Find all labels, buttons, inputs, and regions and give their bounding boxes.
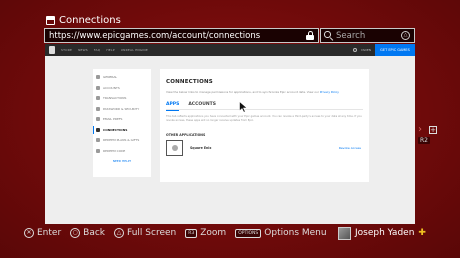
- revoke-access-link[interactable]: Revoke Access: [339, 146, 361, 150]
- site-nav-bar: STORE NEWS FAQ HELP UNREAL ENGINE YADEN …: [45, 44, 415, 56]
- nav-link-unreal[interactable]: UNREAL ENGINE: [121, 48, 148, 52]
- hint-enter: ✕ Enter: [24, 228, 61, 238]
- nav-link-news[interactable]: NEWS: [78, 48, 88, 52]
- code-icon: [96, 148, 100, 153]
- triangle-button-icon: △: [401, 31, 410, 40]
- r2-button-badge: R2: [418, 137, 430, 144]
- lock-icon: [306, 31, 314, 40]
- user-name: Joseph Yaden: [355, 228, 415, 238]
- search-box[interactable]: △: [320, 28, 415, 43]
- menu-label: EMAIL PREFS: [103, 117, 123, 122]
- globe-icon[interactable]: [352, 48, 357, 52]
- user-profile: Joseph Yaden ✚: [338, 225, 426, 241]
- hint-back: ○ Back: [70, 228, 105, 238]
- app-row: Square Enix Revoke Access: [166, 140, 363, 156]
- get-epic-button[interactable]: GET EPIC GAMES: [375, 44, 415, 56]
- chevron-right-icon[interactable]: ›: [418, 125, 422, 135]
- avatar: [338, 226, 351, 240]
- options-button-icon: OPTIONS: [235, 228, 262, 238]
- menu-label: REDEEM CODE: [103, 148, 126, 153]
- hint-label: Enter: [37, 228, 62, 238]
- menu-item-transactions[interactable]: TRANSACTIONS: [93, 93, 151, 104]
- web-page-viewport[interactable]: STORE NEWS FAQ HELP UNREAL ENGINE YADEN …: [45, 44, 415, 224]
- hint-fullscreen: △ Full Screen: [114, 228, 176, 238]
- menu-label: PASSWORD & SECURITY: [103, 106, 140, 111]
- gift-icon: [96, 138, 100, 143]
- nav-user[interactable]: YADEN: [361, 48, 371, 52]
- ps-plus-icon: ✚: [418, 227, 426, 238]
- tab-apps[interactable]: APPS: [166, 102, 180, 111]
- tab-overlay: › + R2: [418, 125, 438, 147]
- cross-button-icon: ✕: [24, 228, 34, 238]
- menu-item-general[interactable]: GENERAL: [93, 72, 151, 83]
- email-icon: [96, 117, 100, 122]
- mouse-cursor-icon: [239, 101, 248, 113]
- need-help-link[interactable]: NEED HELP?: [93, 159, 151, 163]
- apps-description: This tab reflects applications you have …: [166, 115, 362, 122]
- nav-link-store[interactable]: STORE: [61, 48, 72, 52]
- hint-label: Back: [83, 228, 106, 238]
- address-bar[interactable]: https://www.epicgames.com/account/connec…: [44, 28, 319, 43]
- window-title-bar: Connections: [46, 13, 121, 27]
- connections-card: CONNECTIONS View the below links to mana…: [160, 69, 369, 182]
- url-text[interactable]: https://www.epicgames.com/account/connec…: [49, 31, 304, 41]
- window-title: Connections: [59, 14, 121, 26]
- section-label: OTHER APPLICATIONS: [166, 133, 206, 137]
- epic-logo-icon[interactable]: [49, 46, 55, 54]
- page-title: CONNECTIONS: [166, 79, 213, 85]
- nav-link-faq[interactable]: FAQ: [94, 48, 100, 52]
- hint-zoom: R3 Zoom: [185, 228, 226, 238]
- menu-item-accounts[interactable]: ACCOUNTS: [93, 83, 151, 94]
- account-side-menu: GENERAL ACCOUNTS TRANSACTIONS PASSWORD &…: [93, 69, 151, 177]
- tab-bar: APPS ACCOUNTS: [166, 102, 363, 111]
- app-logo: [166, 140, 183, 156]
- controller-hint-bar: ✕ Enter ○ Back △ Full Screen R3 Zoom OPT…: [24, 226, 336, 240]
- card-description-text: View the below links to manage permissio…: [166, 90, 319, 94]
- menu-label: REDEEM PLANS & GIFTS: [103, 138, 140, 143]
- menu-label: GENERAL: [103, 75, 118, 80]
- browser-window-icon: [46, 15, 55, 25]
- menu-label: CONNECTIONS: [103, 127, 128, 132]
- hint-label: Options Menu: [264, 228, 327, 238]
- triangle-button-icon: △: [114, 228, 125, 238]
- menu-label: TRANSACTIONS: [103, 96, 127, 101]
- menu-item-redeem-plans[interactable]: REDEEM PLANS & GIFTS: [93, 135, 151, 146]
- search-icon: [324, 31, 333, 41]
- r3-button-icon: R3: [185, 228, 198, 238]
- app-icon: [171, 145, 178, 151]
- menu-item-connections[interactable]: CONNECTIONS: [93, 125, 151, 136]
- nav-link-help[interactable]: HELP: [106, 48, 114, 52]
- privacy-policy-link[interactable]: Privacy Policy: [320, 90, 339, 94]
- menu-label: ACCOUNTS: [103, 85, 120, 90]
- connections-icon: [96, 127, 100, 132]
- search-input[interactable]: [336, 30, 398, 41]
- hint-options: OPTIONS Options Menu: [235, 228, 327, 238]
- circle-button-icon: ○: [70, 228, 81, 238]
- hint-label: Full Screen: [127, 228, 177, 238]
- menu-item-password[interactable]: PASSWORD & SECURITY: [93, 104, 151, 115]
- menu-item-redeem-code[interactable]: REDEEM CODE: [93, 146, 151, 157]
- card-description: View the below links to manage permissio…: [166, 90, 363, 94]
- nav-right: YADEN GET EPIC GAMES: [352, 44, 415, 56]
- general-icon: [96, 75, 100, 80]
- app-name: Square Enix: [190, 146, 212, 150]
- password-icon: [96, 106, 100, 111]
- accounts-icon: [96, 85, 100, 90]
- new-tab-plus-icon[interactable]: +: [429, 126, 437, 134]
- menu-item-email[interactable]: EMAIL PREFS: [93, 114, 151, 125]
- transactions-icon: [96, 96, 100, 101]
- tab-accounts[interactable]: ACCOUNTS: [188, 102, 216, 110]
- hint-label: Zoom: [200, 228, 227, 238]
